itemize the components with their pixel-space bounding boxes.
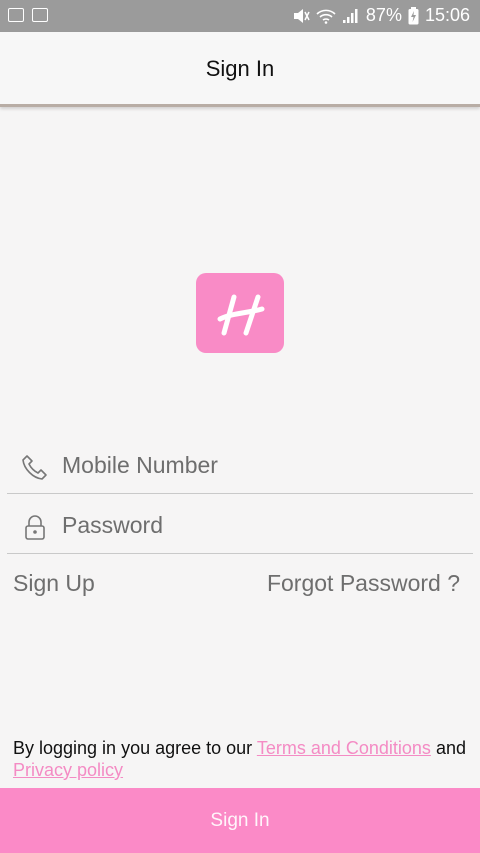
mobile-number-placeholder: Mobile Number bbox=[62, 452, 218, 478]
terms-prefix: By logging in you agree to our bbox=[13, 738, 257, 758]
forgot-password-link[interactable]: Forgot Password ? bbox=[267, 570, 460, 597]
password-placeholder: Password bbox=[62, 512, 163, 538]
signal-icon bbox=[342, 8, 358, 23]
gallery-notification-icon bbox=[8, 8, 24, 22]
sign-up-link[interactable]: Sign Up bbox=[13, 570, 95, 597]
mute-icon bbox=[293, 8, 310, 23]
terms-link[interactable]: Terms and Conditions bbox=[257, 738, 431, 758]
page-title: Sign In bbox=[205, 56, 275, 81]
wifi-icon bbox=[316, 9, 336, 24]
app-bar: Sign In bbox=[0, 32, 480, 107]
sign-in-button[interactable]: Sign In bbox=[0, 788, 480, 853]
app-logo bbox=[196, 273, 284, 353]
lock-icon bbox=[25, 515, 45, 540]
password-field[interactable]: Password bbox=[7, 495, 473, 554]
privacy-policy-link[interactable]: Privacy policy bbox=[13, 760, 123, 780]
h-logo-icon bbox=[217, 294, 265, 336]
sign-in-button-label: Sign In bbox=[210, 809, 270, 831]
mobile-number-field[interactable]: Mobile Number bbox=[7, 435, 473, 494]
battery-charging-icon bbox=[408, 6, 419, 24]
terms-notice: By logging in you agree to our Terms and… bbox=[13, 737, 475, 781]
status-bar: 87% 15:06 bbox=[0, 0, 480, 32]
clock: 15:06 bbox=[424, 5, 470, 25]
phone-icon bbox=[22, 455, 47, 480]
battery-percent: 87% bbox=[365, 5, 402, 25]
mail-notification-icon bbox=[32, 8, 48, 22]
terms-and: and bbox=[430, 738, 466, 758]
